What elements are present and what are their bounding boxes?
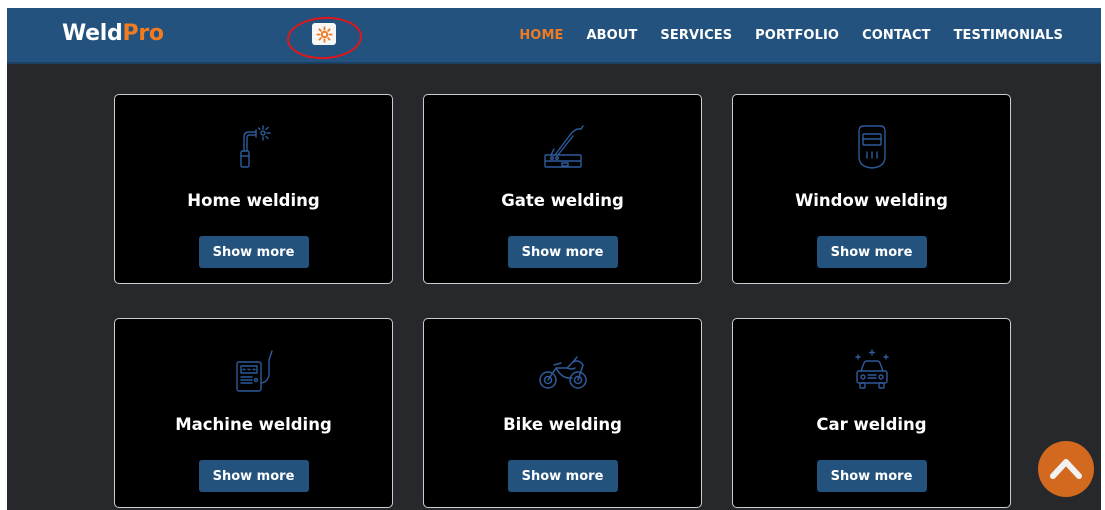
card-title: Gate welding: [501, 191, 624, 210]
show-more-button-window[interactable]: Show more: [816, 236, 927, 268]
card-title: Bike welding: [503, 415, 622, 434]
show-more-button-car[interactable]: Show more: [816, 460, 927, 492]
car-icon: [846, 345, 898, 397]
welding-torch-icon: [228, 121, 280, 173]
nav-link-contact[interactable]: CONTACT: [862, 28, 931, 43]
welder-unit-icon: [228, 345, 280, 397]
card-title: Car welding: [816, 415, 927, 434]
brand-logo[interactable]: WeldPro: [62, 21, 164, 46]
service-card-car: Car welding Show more: [732, 318, 1011, 508]
welding-mask-icon: [846, 121, 898, 173]
nav-link-services[interactable]: SERVICES: [660, 28, 732, 43]
service-card-machine: Machine welding Show more: [114, 318, 393, 508]
service-card-bike: Bike welding Show more: [423, 318, 702, 508]
service-card-home: Home welding Show more: [114, 94, 393, 284]
show-more-button-machine[interactable]: Show more: [198, 460, 309, 492]
welding-machine-icon: [537, 121, 589, 173]
main-nav: HOME ABOUT SERVICES PORTFOLIO CONTACT TE…: [519, 28, 1063, 43]
nav-link-home[interactable]: HOME: [519, 28, 563, 43]
nav-link-about[interactable]: ABOUT: [586, 28, 637, 43]
show-more-button-bike[interactable]: Show more: [507, 460, 618, 492]
page-viewport: WeldPro HOME ABOUT SERVICES PORTFOLIO CO…: [7, 8, 1101, 510]
motorcycle-icon: [537, 345, 589, 397]
service-card-gate: Gate welding Show more: [423, 94, 702, 284]
brand-logo-part1: Weld: [62, 21, 123, 46]
card-title: Window welding: [795, 191, 948, 210]
service-card-window: Window welding Show more: [732, 94, 1011, 284]
card-title: Home welding: [187, 191, 320, 210]
show-more-button-gate[interactable]: Show more: [507, 236, 618, 268]
navbar: WeldPro HOME ABOUT SERVICES PORTFOLIO CO…: [7, 8, 1101, 64]
card-title: Machine welding: [175, 415, 332, 434]
nav-link-portfolio[interactable]: PORTFOLIO: [755, 28, 839, 43]
scroll-to-top-button[interactable]: [1038, 441, 1094, 497]
show-more-button-home[interactable]: Show more: [198, 236, 309, 268]
chevron-up-icon: [1050, 459, 1082, 479]
sun-icon: [315, 25, 333, 43]
nav-link-testimonials[interactable]: TESTIMONIALS: [954, 28, 1063, 43]
brand-logo-part2: Pro: [122, 21, 165, 46]
theme-toggle-button[interactable]: [312, 23, 336, 45]
